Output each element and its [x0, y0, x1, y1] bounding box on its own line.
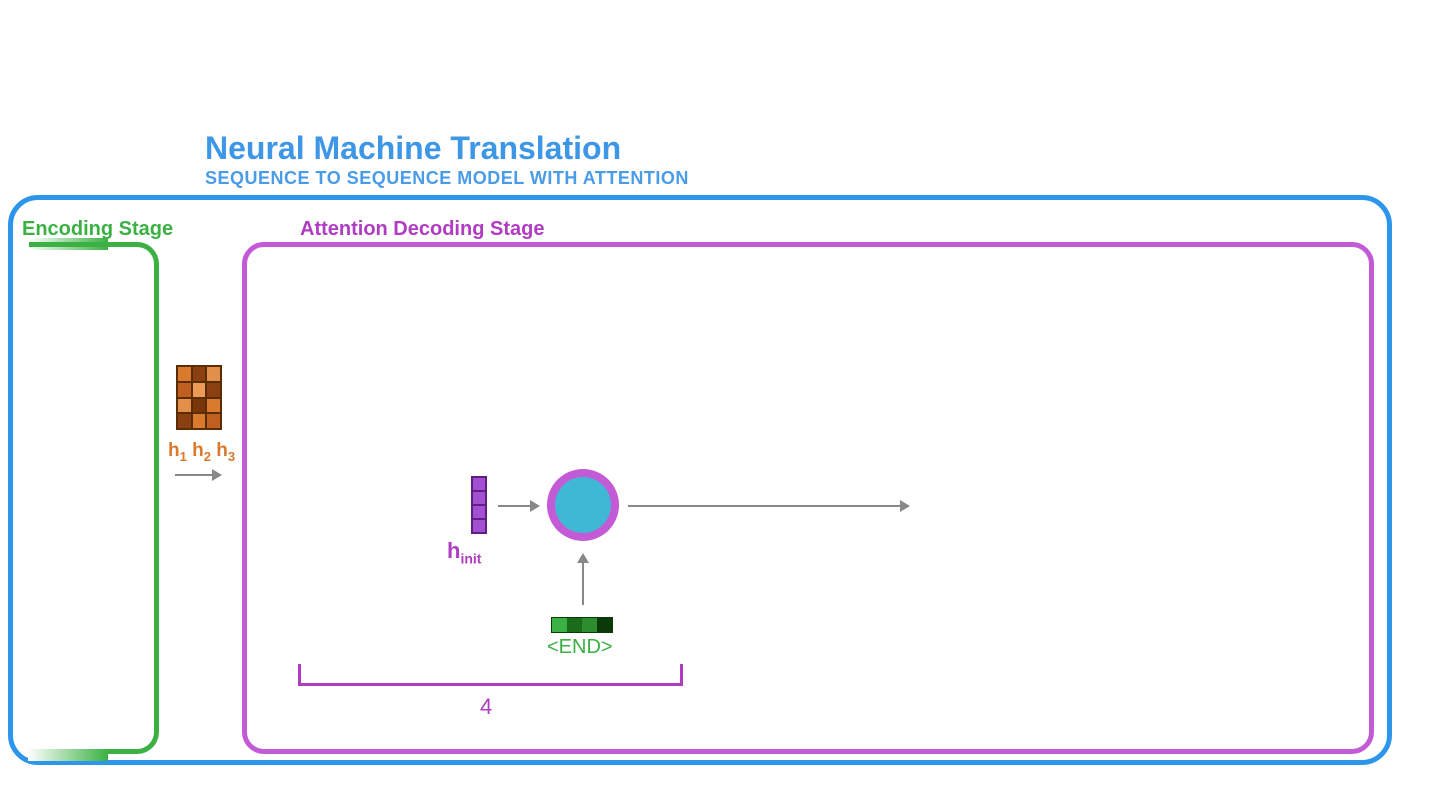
decoder-input-arrow [582, 555, 584, 605]
hinit-vector [471, 476, 487, 534]
encoder-box [29, 242, 159, 754]
decoder-rnn-node [547, 469, 619, 541]
encoder-fade-bottom [28, 749, 108, 761]
diagram-title: Neural Machine Translation [205, 130, 621, 167]
decoder-rnn-inner [555, 477, 611, 533]
end-token-label: <END> [547, 636, 613, 659]
hidden-state-labels: h1 h2 h3 [168, 440, 235, 464]
timestep-number: 4 [480, 694, 492, 720]
encoder-output-arrow [175, 474, 220, 476]
decoder-forward-arrow [628, 505, 908, 507]
attention-decoding-stage-label: Attention Decoding Stage [296, 218, 548, 241]
end-token-vector [551, 617, 613, 633]
hinit-label: hinit [447, 538, 481, 566]
diagram-subtitle: SEQUENCE TO SEQUENCE MODEL WITH ATTENTIO… [205, 168, 689, 189]
hinit-arrow [498, 505, 538, 507]
timestep-bracket [298, 664, 683, 686]
encoder-hidden-states-matrix [176, 365, 222, 430]
